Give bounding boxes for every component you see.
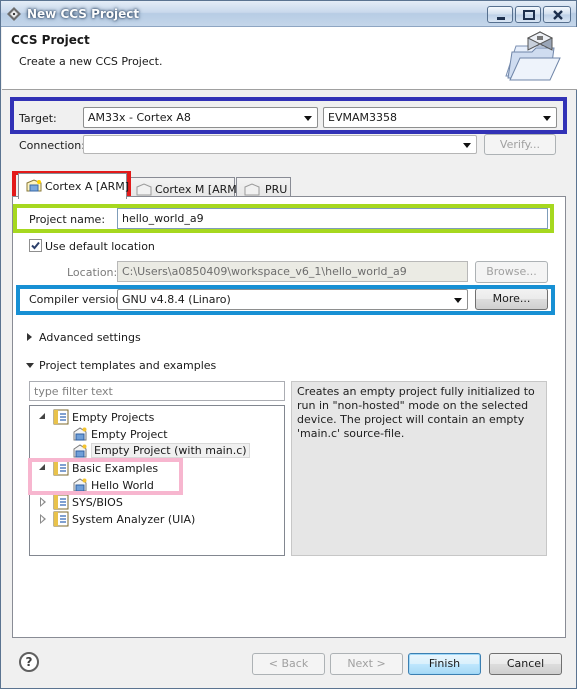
tree-item-label: SYS/BIOS: [72, 496, 123, 509]
finish-button[interactable]: Finish: [408, 653, 481, 675]
new-ccs-project-dialog: New CCS Project CCS Project Create a new…: [0, 0, 577, 689]
template-folder-icon: [53, 460, 69, 476]
collapse-toggle-icon[interactable]: [39, 464, 45, 470]
browse-button[interactable]: Browse...: [475, 261, 548, 283]
template-description-panel: Creates an empty project fully initializ…: [291, 381, 547, 556]
maximize-button[interactable]: [515, 6, 541, 23]
title-bar[interactable]: New CCS Project: [1, 1, 576, 27]
project-template-icon: [73, 478, 87, 492]
verify-button[interactable]: Verify...: [484, 134, 556, 155]
connection-dropdown[interactable]: [83, 135, 477, 154]
tab-label: PRU: [265, 183, 288, 196]
tree-item-label: Hello World: [91, 479, 154, 492]
maximize-icon: [523, 10, 535, 20]
use-default-location-checkbox[interactable]: [29, 239, 42, 252]
compiler-version-value: GNU v4.8.4 (Linaro): [122, 293, 231, 306]
description-scrollbar[interactable]: [536, 382, 546, 555]
expand-toggle-icon[interactable]: [40, 514, 48, 524]
minimize-button[interactable]: [487, 6, 513, 23]
next-button[interactable]: Next >: [330, 653, 403, 675]
target-device-value: AM33x - Cortex A8: [88, 111, 191, 124]
template-filter-input[interactable]: type filter text: [29, 381, 285, 401]
tree-item-label: Empty Project: [91, 428, 168, 441]
chevron-down-icon: [463, 143, 471, 148]
location-label: Location:: [67, 266, 118, 279]
close-button[interactable]: [543, 6, 571, 23]
use-default-location-label: Use default location: [45, 240, 155, 253]
wizard-header: CCS Project Create a new CCS Project.: [2, 27, 577, 90]
template-tree[interactable]: Empty Projects Empty Project Empty Proje…: [29, 405, 285, 556]
expand-right-icon: [27, 333, 32, 341]
help-icon: ?: [25, 655, 33, 669]
target-board-dropdown[interactable]: EVMAM3358: [323, 107, 557, 128]
connection-label: Connection:: [19, 139, 85, 152]
tree-item-label: Empty Project (with main.c): [91, 443, 250, 458]
compiler-version-dropdown[interactable]: GNU v4.8.4 (Linaro): [117, 289, 468, 310]
more-button[interactable]: More...: [475, 288, 548, 310]
page-title: CCS Project: [11, 33, 90, 47]
cancel-button[interactable]: Cancel: [489, 653, 562, 675]
compiler-version-label: Compiler version:: [29, 293, 127, 306]
tree-item-label: Basic Examples: [72, 462, 159, 475]
project-templates-expander[interactable]: Project templates and examples: [25, 357, 216, 373]
tree-item-label: System Analyzer (UIA): [72, 513, 196, 526]
expand-toggle-icon[interactable]: [40, 497, 48, 507]
page-description: Create a new CCS Project.: [19, 55, 163, 68]
ccs-app-icon: [7, 7, 21, 21]
close-icon: [553, 10, 563, 20]
cortex-m-tab-icon: [136, 183, 152, 196]
location-input[interactable]: C:\Users\a0850409\workspace_v6_1\hello_w…: [117, 261, 468, 282]
checkmark-icon: [31, 241, 40, 250]
advanced-settings-label: Advanced settings: [39, 331, 141, 344]
project-template-icon: [73, 444, 87, 458]
target-label: Target:: [19, 112, 57, 125]
minimize-icon: [497, 17, 505, 20]
window-title: New CCS Project: [27, 7, 140, 21]
new-project-folder-icon: [505, 31, 561, 81]
chevron-down-icon: [543, 116, 551, 121]
back-button[interactable]: < Back: [252, 653, 325, 675]
chevron-down-icon: [454, 298, 462, 303]
template-folder-icon: [53, 511, 69, 527]
target-board-value: EVMAM3358: [328, 111, 397, 124]
expand-down-icon: [26, 363, 34, 368]
project-name-label: Project name:: [29, 213, 106, 226]
help-button[interactable]: ?: [19, 652, 39, 672]
advanced-settings-expander[interactable]: Advanced settings: [25, 329, 141, 345]
project-templates-label: Project templates and examples: [39, 359, 217, 372]
chevron-down-icon: [304, 116, 312, 121]
tab-cortex-a[interactable]: Cortex A [ARM]: [18, 173, 130, 199]
cortex-a-tab-icon: [26, 179, 42, 192]
collapse-toggle-icon[interactable]: [39, 413, 45, 419]
tab-label: Cortex A [ARM]: [45, 180, 130, 193]
project-name-input[interactable]: hello_world_a9: [117, 208, 548, 229]
project-template-icon: [73, 427, 87, 441]
template-folder-icon: [53, 494, 69, 510]
target-device-dropdown[interactable]: AM33x - Cortex A8: [83, 107, 318, 128]
tab-label: Cortex M [ARM]: [155, 183, 242, 196]
template-folder-icon: [53, 409, 69, 425]
pru-tab-icon: [244, 183, 260, 196]
template-description-text: Creates an empty project fully initializ…: [297, 385, 535, 440]
tree-item-label: Empty Projects: [72, 411, 155, 424]
